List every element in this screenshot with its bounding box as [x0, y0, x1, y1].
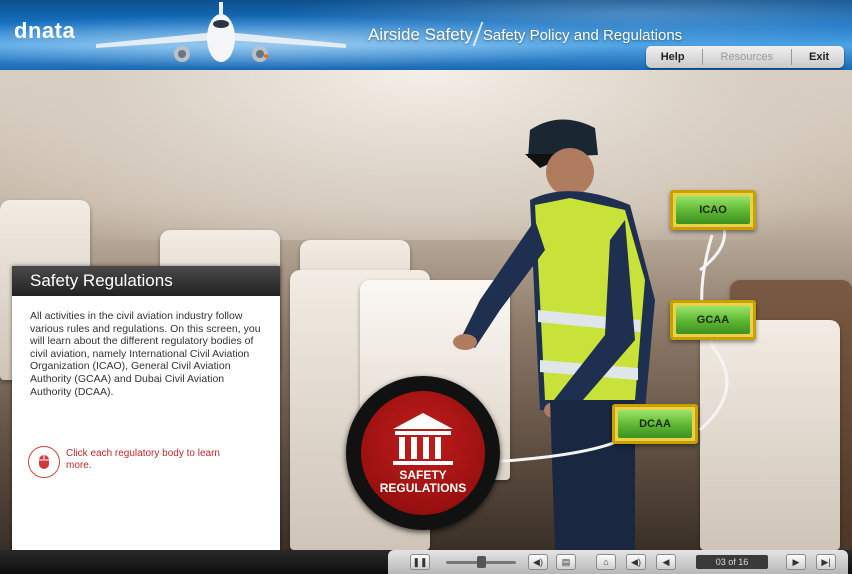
back-button[interactable]: ◀ — [656, 554, 676, 570]
hint-text: Click each regulatory body to learn more… — [66, 448, 220, 471]
safety-regulations-badge: SAFETY REGULATIONS — [346, 376, 500, 530]
transcript-icon[interactable]: ▤ — [556, 554, 576, 570]
page-title: Airside Safety Safety Policy and Regulati… — [368, 22, 683, 46]
panel-heading: Safety Regulations — [12, 266, 280, 296]
badge-red-circle: SAFETY REGULATIONS — [361, 391, 485, 515]
topic-title: Safety Policy and Regulations — [482, 27, 683, 44]
icao-button[interactable]: ICAO — [670, 190, 756, 230]
mouse-click-icon — [28, 446, 60, 478]
panel-body-text: All activities in the civil aviation ind… — [30, 310, 261, 398]
player-control-bar: ❚❚ ◀) ▤ ⌂ ◀) ◀ 03 of 16 ▶ ▶| — [0, 550, 852, 574]
course-title: Airside Safety — [368, 25, 473, 44]
progress-slider-handle[interactable] — [476, 556, 486, 568]
dcaa-button-label: DCAA — [618, 410, 692, 438]
dcaa-button[interactable]: DCAA — [612, 404, 698, 444]
next-button[interactable]: ▶ — [786, 554, 806, 570]
icao-button-label: ICAO — [676, 196, 750, 224]
airplane-graphic — [96, 2, 346, 62]
exit-button[interactable]: Exit — [797, 51, 841, 63]
top-button-group: Help Resources Exit — [646, 46, 844, 68]
gcaa-button[interactable]: GCAA — [670, 300, 756, 340]
badge-label-line2: REGULATIONS — [379, 481, 467, 495]
gcaa-button-label: GCAA — [676, 306, 750, 334]
building-icon — [393, 413, 453, 465]
button-divider — [702, 49, 704, 65]
button-divider — [790, 49, 792, 65]
skip-icon[interactable]: ▶| — [816, 554, 836, 570]
title-separator — [472, 22, 484, 46]
app-header: dnata Airside Safety Safety Policy and Re… — [0, 0, 852, 70]
resources-button[interactable]: Resources — [709, 51, 786, 63]
home-icon[interactable]: ⌂ — [596, 554, 616, 570]
help-button[interactable]: Help — [649, 51, 697, 63]
info-panel: Safety Regulations All activities in the… — [12, 266, 280, 572]
audio-icon[interactable]: ◀) — [626, 554, 646, 570]
volume-icon[interactable]: ◀) — [528, 554, 548, 570]
badge-label: SAFETY REGULATIONS — [361, 469, 485, 495]
dnata-logo: dnata — [14, 18, 76, 43]
click-hint: Click each regulatory body to learn more… — [28, 446, 226, 478]
pause-button[interactable]: ❚❚ — [410, 554, 430, 570]
page-counter: 03 of 16 — [696, 555, 768, 569]
